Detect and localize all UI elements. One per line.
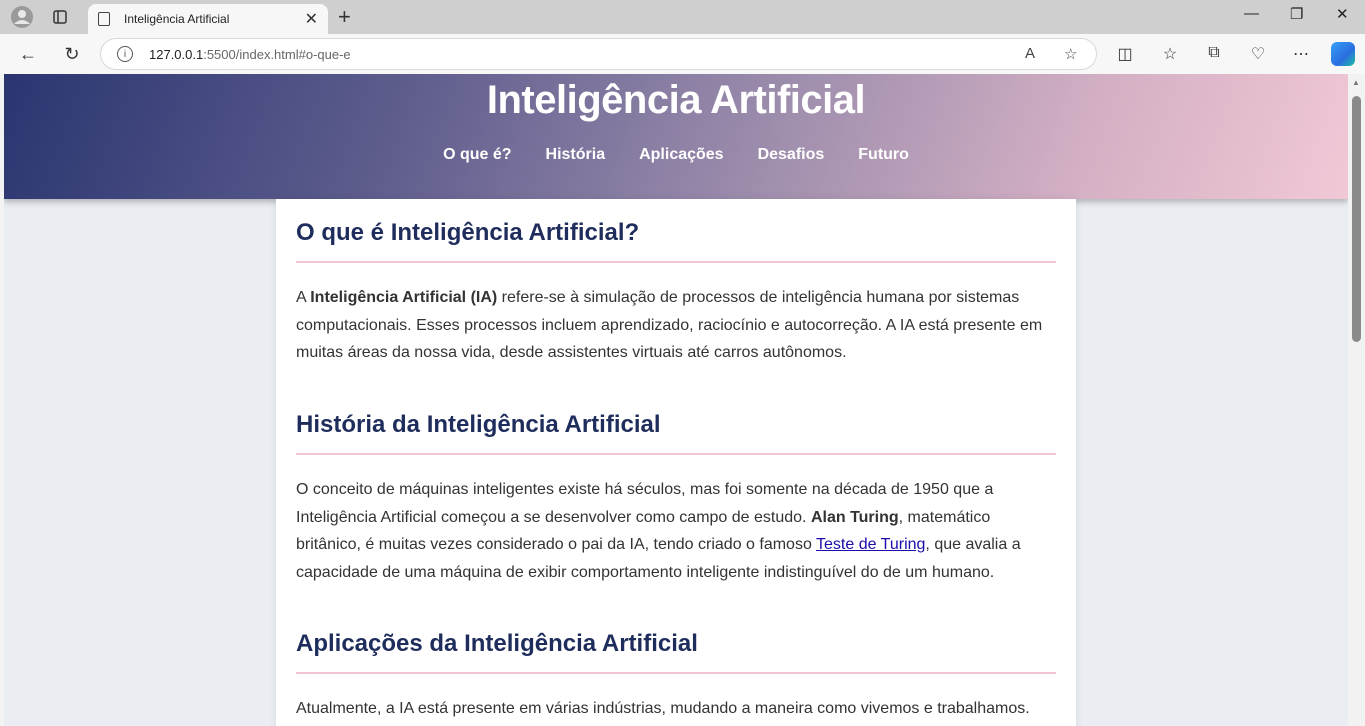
nav-link-historia[interactable]: História: [529, 146, 623, 164]
main-content: O que é Inteligência Artificial? A Intel…: [276, 199, 1076, 726]
site-title: Inteligência Artificial: [486, 78, 866, 122]
section-heading: Aplicações da Inteligência Artificial: [296, 630, 1056, 674]
tab-title: Inteligência Artificial: [124, 12, 230, 26]
nav-link-aplicacoes[interactable]: Aplicações: [622, 146, 740, 164]
page-icon: [98, 12, 110, 26]
browser-tab[interactable]: Inteligência Artificial ✕: [88, 4, 328, 34]
site-header: Inteligência Artificial O que é? Históri…: [4, 74, 1348, 199]
nav-link-desafios[interactable]: Desafios: [741, 146, 842, 164]
new-tab-icon[interactable]: +: [338, 4, 351, 30]
section-paragraph: O conceito de máquinas inteligentes exis…: [296, 481, 1021, 581]
nav-link-futuro[interactable]: Futuro: [841, 146, 926, 164]
turing-test-link[interactable]: Teste de Turing: [816, 536, 925, 553]
scroll-up-icon[interactable]: ▲: [1352, 78, 1360, 87]
favorite-star-icon[interactable]: ☆: [1064, 45, 1077, 63]
window-close-icon[interactable]: ✕: [1336, 5, 1349, 23]
back-icon[interactable]: ←: [16, 42, 40, 66]
split-screen-icon[interactable]: ◫: [1114, 44, 1136, 64]
site-nav: O que é? História Aplicações Desafios Fu…: [4, 146, 1348, 164]
copilot-icon[interactable]: [1331, 42, 1355, 66]
section-historia: História da Inteligência Artificial O co…: [296, 411, 1056, 586]
close-tab-icon[interactable]: ✕: [305, 9, 318, 29]
section-aplicacoes: Aplicações da Inteligência Artificial At…: [296, 630, 1056, 723]
nav-link-o-que-e[interactable]: O que é?: [426, 146, 528, 164]
tab-actions-icon[interactable]: [48, 5, 72, 29]
read-aloud-icon[interactable]: A: [1025, 45, 1035, 62]
browser-toolbar: ← ↻ i 127.0.0.1:5500/index.html#o-que-e …: [0, 34, 1365, 74]
reload-icon[interactable]: ↻: [60, 42, 84, 66]
browser-tab-strip: Inteligência Artificial ✕ + — ❐ ✕: [0, 0, 1365, 34]
collections-icon[interactable]: ⧉: [1203, 44, 1225, 62]
address-bar[interactable]: i 127.0.0.1:5500/index.html#o-que-e A ☆: [100, 38, 1097, 70]
restore-icon[interactable]: ❐: [1290, 5, 1303, 23]
site-info-icon[interactable]: i: [117, 46, 133, 62]
profile-icon[interactable]: [10, 5, 34, 29]
section-heading: História da Inteligência Artificial: [296, 411, 1056, 455]
section-paragraph: Atualmente, a IA está presente em várias…: [296, 700, 1030, 717]
page-scrollbar[interactable]: ▲: [1348, 74, 1365, 726]
section-heading: O que é Inteligência Artificial?: [296, 219, 1056, 263]
section-o-que-e: O que é Inteligência Artificial? A Intel…: [296, 219, 1056, 367]
page-viewport: Inteligência Artificial O que é? Históri…: [4, 74, 1348, 726]
section-paragraph: A Inteligência Artificial (IA) refere-se…: [296, 289, 1043, 361]
minimize-icon[interactable]: —: [1244, 5, 1259, 22]
scroll-thumb[interactable]: [1352, 96, 1361, 342]
favorites-icon[interactable]: ☆: [1159, 44, 1181, 64]
more-options-icon[interactable]: ⋯: [1290, 44, 1312, 64]
url-text: 127.0.0.1:5500/index.html#o-que-e: [149, 46, 351, 62]
browser-essentials-icon[interactable]: ♡: [1247, 44, 1269, 64]
